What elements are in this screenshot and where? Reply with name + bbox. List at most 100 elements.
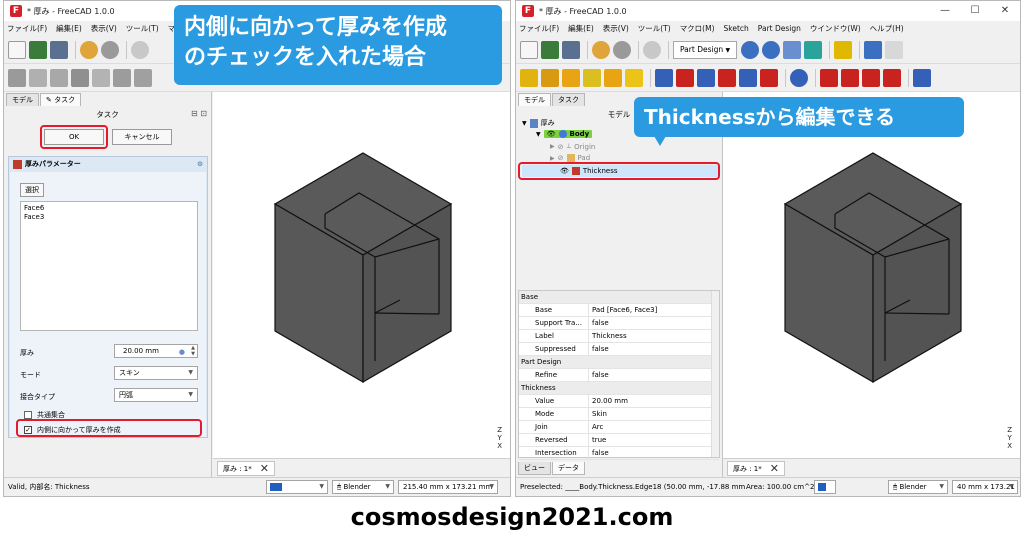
spin-arrows-icon[interactable]: ▲ ▼ xyxy=(191,345,195,357)
undo-icon[interactable] xyxy=(80,40,98,59)
property-row[interactable]: Value 20.00 mm xyxy=(519,395,719,408)
menu-view[interactable]: 表示(V) xyxy=(91,23,117,34)
eye-icon[interactable]: 👁 xyxy=(547,130,556,138)
tab-view[interactable]: ビュー xyxy=(518,462,551,475)
sketch-icon[interactable] xyxy=(29,68,47,87)
boolean-icon[interactable] xyxy=(790,68,808,87)
menu-tools[interactable]: ツール(T) xyxy=(126,23,159,34)
collapse-icon[interactable]: ⊙ xyxy=(197,160,203,168)
menu-edit[interactable]: 編集(E) xyxy=(56,23,82,34)
select-button[interactable]: 選択 xyxy=(20,183,44,197)
expand-icon[interactable]: ▶ xyxy=(550,143,555,150)
document-tab[interactable]: 厚み : 1* ✕ xyxy=(727,461,785,476)
faces-list[interactable]: Face6 Face3 xyxy=(20,201,198,331)
new-file-icon[interactable] xyxy=(520,40,538,59)
std-view-icon[interactable] xyxy=(783,40,802,59)
property-value[interactable]: false xyxy=(589,317,609,329)
3d-viewport[interactable]: Z Y X xyxy=(213,92,510,458)
refresh-icon[interactable] xyxy=(643,40,661,59)
property-value[interactable]: Skin xyxy=(589,408,607,420)
property-row[interactable]: Reversed true xyxy=(519,434,719,447)
menu-window[interactable]: ウインドウ(W) xyxy=(810,23,861,34)
property-value[interactable]: Thickness xyxy=(589,330,627,342)
tab-model[interactable]: モデル xyxy=(518,93,551,106)
subtractive-pipe-icon[interactable] xyxy=(739,68,757,87)
property-row[interactable]: Mode Skin xyxy=(519,408,719,421)
measure-icon[interactable] xyxy=(804,40,823,59)
minimize-icon[interactable]: — xyxy=(930,1,960,21)
property-row[interactable]: Base Pad [Face6, Face3] xyxy=(519,304,719,317)
tab-data[interactable]: データ xyxy=(552,462,585,475)
property-row[interactable]: Support Tra... false xyxy=(519,317,719,330)
workbench-selector[interactable]: Part Design ▼ xyxy=(673,40,738,59)
pocket-icon[interactable] xyxy=(71,68,89,87)
tree-item-body[interactable]: ▼ 👁 Body xyxy=(536,130,593,138)
property-row[interactable]: Label Thickness xyxy=(519,330,719,343)
tree-item-document[interactable]: ▼ 厚み xyxy=(522,118,555,128)
menu-view[interactable]: 表示(V) xyxy=(603,23,629,34)
draw-style-select[interactable] xyxy=(814,480,836,494)
open-file-icon[interactable] xyxy=(29,40,47,59)
new-file-icon[interactable] xyxy=(8,40,26,59)
menu-sketch[interactable]: Sketch xyxy=(724,24,749,33)
mirror-icon[interactable] xyxy=(913,68,931,87)
property-scrollbar[interactable] xyxy=(711,291,719,457)
property-row[interactable]: Intersection false xyxy=(519,447,719,460)
cylinder-icon[interactable] xyxy=(134,68,152,87)
fillet-icon[interactable] xyxy=(820,68,838,87)
list-item[interactable]: Face6 xyxy=(24,204,194,213)
eye-hidden-icon[interactable]: ⊘ xyxy=(558,143,564,151)
thickness-field[interactable]: 20.00 mm ● ▲ ▼ xyxy=(114,344,198,358)
loft-icon[interactable] xyxy=(604,68,622,87)
open-file-icon[interactable] xyxy=(541,40,559,59)
save-icon[interactable] xyxy=(50,40,68,59)
zoom-fit-icon[interactable] xyxy=(741,40,760,59)
redo-icon[interactable] xyxy=(101,40,119,59)
navigation-style-select[interactable]: 🖱 Blender ▼ xyxy=(332,480,394,494)
tab-model[interactable]: モデル xyxy=(6,93,39,106)
revolve-icon[interactable] xyxy=(583,68,601,87)
expand-icon[interactable]: ▼ xyxy=(522,120,527,127)
tree-item-pad[interactable]: ▶ ⊘ Pad xyxy=(550,154,590,162)
hole-icon[interactable] xyxy=(676,68,694,87)
tree-item-origin[interactable]: ▶ ⊘ ⟂ Origin xyxy=(550,142,595,151)
property-value[interactable]: false xyxy=(589,343,609,355)
menu-tools[interactable]: ツール(T) xyxy=(638,23,671,34)
property-row[interactable]: Refine false xyxy=(519,369,719,382)
save-icon[interactable] xyxy=(562,40,580,59)
tab-task[interactable]: タスク xyxy=(552,93,585,106)
property-value[interactable]: true xyxy=(589,434,606,446)
3d-viewport[interactable]: Z Y X xyxy=(723,92,1020,458)
whats-this-icon[interactable] xyxy=(864,40,883,59)
close-icon[interactable]: ✕ xyxy=(770,462,779,476)
subtractive-helix-icon[interactable] xyxy=(760,68,778,87)
draft-icon[interactable] xyxy=(862,68,880,87)
subtractive-loft-icon[interactable] xyxy=(718,68,736,87)
menu-edit[interactable]: 編集(E) xyxy=(568,23,594,34)
expand-icon[interactable]: ▼ xyxy=(536,131,541,138)
redo-icon[interactable] xyxy=(613,40,631,59)
menu-file[interactable]: ファイル(F) xyxy=(519,23,559,34)
body-icon[interactable] xyxy=(520,68,538,87)
property-row[interactable]: Suppressed false xyxy=(519,343,719,356)
menu-part-design[interactable]: Part Design xyxy=(758,24,801,33)
property-value[interactable]: Arc xyxy=(589,421,603,433)
cancel-button[interactable]: キャンセル xyxy=(112,129,172,145)
property-value[interactable]: Pad [Face6, Face3] xyxy=(589,304,657,316)
python-icon[interactable] xyxy=(885,40,904,59)
pad-icon[interactable] xyxy=(562,68,580,87)
pocket-icon[interactable] xyxy=(655,68,673,87)
sketch-icon[interactable] xyxy=(541,68,559,87)
property-value[interactable]: 20.00 mm xyxy=(589,395,628,407)
menu-help[interactable]: ヘルプ(H) xyxy=(870,23,904,34)
revolution-icon[interactable] xyxy=(92,68,110,87)
maximize-icon[interactable]: ☐ xyxy=(960,1,990,21)
expand-icon[interactable]: ▶ xyxy=(550,155,555,162)
thickness-icon[interactable] xyxy=(883,68,901,87)
navigation-style-select[interactable]: 🖱 Blender ▼ xyxy=(888,480,948,494)
tab-task[interactable]: ✎ タスク xyxy=(40,93,82,106)
undo-icon[interactable] xyxy=(592,40,610,59)
refresh-icon[interactable] xyxy=(131,40,149,59)
pad-icon[interactable] xyxy=(50,68,68,87)
zoom-select-icon[interactable] xyxy=(762,40,781,59)
